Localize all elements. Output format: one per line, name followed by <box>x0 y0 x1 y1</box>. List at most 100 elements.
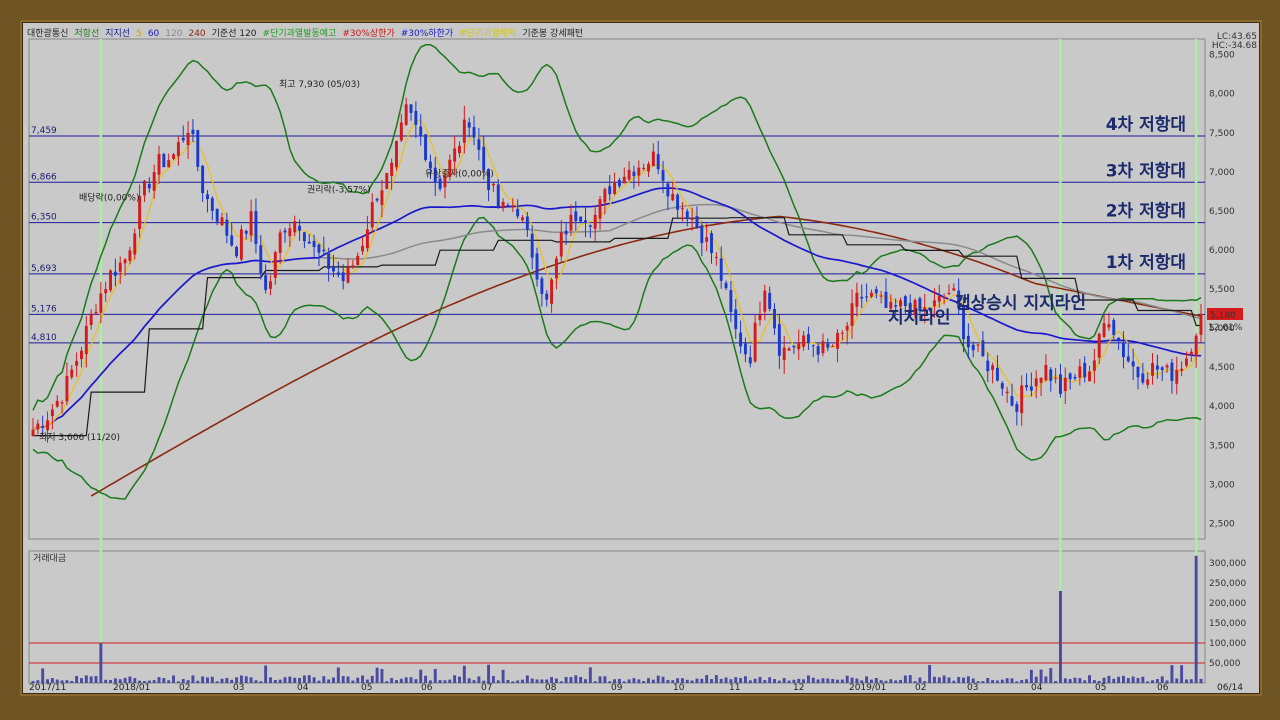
candle-body <box>60 402 64 404</box>
volume-bar <box>865 676 869 683</box>
candle-body <box>249 211 253 236</box>
candle-body <box>651 151 655 167</box>
candle-body <box>1170 362 1174 381</box>
candle-body <box>758 314 762 321</box>
candle-body <box>89 313 93 325</box>
volume-bar <box>351 680 355 683</box>
level-label: 6,350 <box>31 213 57 223</box>
volume-bar <box>278 679 282 683</box>
candle-body <box>831 346 835 348</box>
y-tick-label: 6,500 <box>1209 207 1235 217</box>
candle-body <box>777 324 781 356</box>
candle-body <box>1185 358 1188 366</box>
candle-body <box>143 180 146 196</box>
candle-body <box>1136 366 1140 378</box>
candle-body <box>782 347 786 361</box>
volume-bar <box>836 679 839 683</box>
candle-body <box>46 420 49 431</box>
volume-bar <box>821 678 825 683</box>
candle-body <box>554 258 558 279</box>
volume-bar <box>535 679 539 683</box>
candle-body <box>55 400 59 407</box>
candle-body <box>1189 351 1193 355</box>
volume-bar <box>705 675 709 683</box>
volume-bar <box>690 680 694 683</box>
candle-body <box>332 267 335 272</box>
volume-bar <box>167 680 171 683</box>
volume-bar <box>584 679 587 683</box>
volume-bar <box>816 679 820 683</box>
volume-bar <box>487 664 491 683</box>
candle-body <box>36 423 40 430</box>
annotation-r2: 2차 저항대 <box>1106 201 1186 222</box>
volume-bar <box>579 676 583 683</box>
candle-body <box>743 343 747 355</box>
volume-bar <box>768 677 772 683</box>
volume-bar <box>1194 555 1198 683</box>
candle-body <box>375 198 379 201</box>
volume-bar <box>894 680 898 683</box>
candle-body <box>598 199 602 219</box>
volume-bar <box>966 676 970 683</box>
volume-bar <box>632 678 636 683</box>
candle-body <box>792 345 796 348</box>
candle-body <box>719 258 723 281</box>
candle-body <box>806 334 810 344</box>
volume-bar <box>341 676 345 683</box>
candle-body <box>1068 373 1072 380</box>
volume-bar <box>1160 676 1164 683</box>
volume-bar <box>777 680 781 683</box>
volume-bar <box>593 681 597 683</box>
candle-body <box>317 244 321 253</box>
candle-body <box>428 161 432 169</box>
candle-body <box>123 259 127 264</box>
candle-body <box>84 325 88 355</box>
volume-bar <box>264 665 268 683</box>
volume-bar <box>370 675 374 683</box>
volume-tick-label: 300,000 <box>1209 559 1246 569</box>
volume-bar <box>210 676 214 683</box>
candle-body <box>695 216 699 228</box>
x-tick-label: 06/14 <box>1217 683 1243 693</box>
candle-body <box>273 252 277 278</box>
volume-bar <box>1151 680 1154 683</box>
candle-body <box>952 288 956 291</box>
candle-body <box>225 219 229 236</box>
volume-bar <box>496 680 500 683</box>
volume-bar <box>598 676 602 683</box>
candle-body <box>477 139 481 150</box>
volume-bar <box>1068 679 1072 683</box>
candle-body <box>496 184 500 207</box>
candle-body <box>176 142 180 157</box>
candle-body <box>341 272 345 282</box>
candle-body <box>627 169 631 180</box>
candle-body <box>399 122 403 141</box>
volume-bar <box>603 676 607 683</box>
candle-body <box>855 292 859 307</box>
volume-bar <box>84 675 88 683</box>
volume-bar <box>104 679 108 683</box>
candle-body <box>574 211 578 222</box>
candle-body <box>1015 404 1019 412</box>
volume-bar <box>172 675 176 683</box>
volume-bar <box>661 676 665 683</box>
candle-body <box>491 183 495 186</box>
volume-bar <box>220 678 224 683</box>
y-tick-label: 2,500 <box>1209 519 1235 529</box>
chart-canvas[interactable]: 2,5003,0003,5004,0004,5005,0005,5006,000… <box>23 23 1259 693</box>
volume-bar <box>826 678 830 683</box>
volume-bar <box>1189 679 1193 683</box>
volume-bar <box>1049 668 1053 683</box>
volume-bar <box>947 677 951 683</box>
candle-body <box>191 129 195 135</box>
volume-bar <box>1146 681 1150 683</box>
candle-body <box>109 270 113 291</box>
candle-body <box>647 164 650 172</box>
volume-bar <box>293 677 297 683</box>
volume-bar <box>322 676 326 683</box>
candle-body <box>356 255 360 266</box>
candle-body <box>390 162 394 176</box>
volume-bar <box>903 675 907 683</box>
candle-body <box>971 344 975 351</box>
candle-body <box>1073 376 1077 379</box>
